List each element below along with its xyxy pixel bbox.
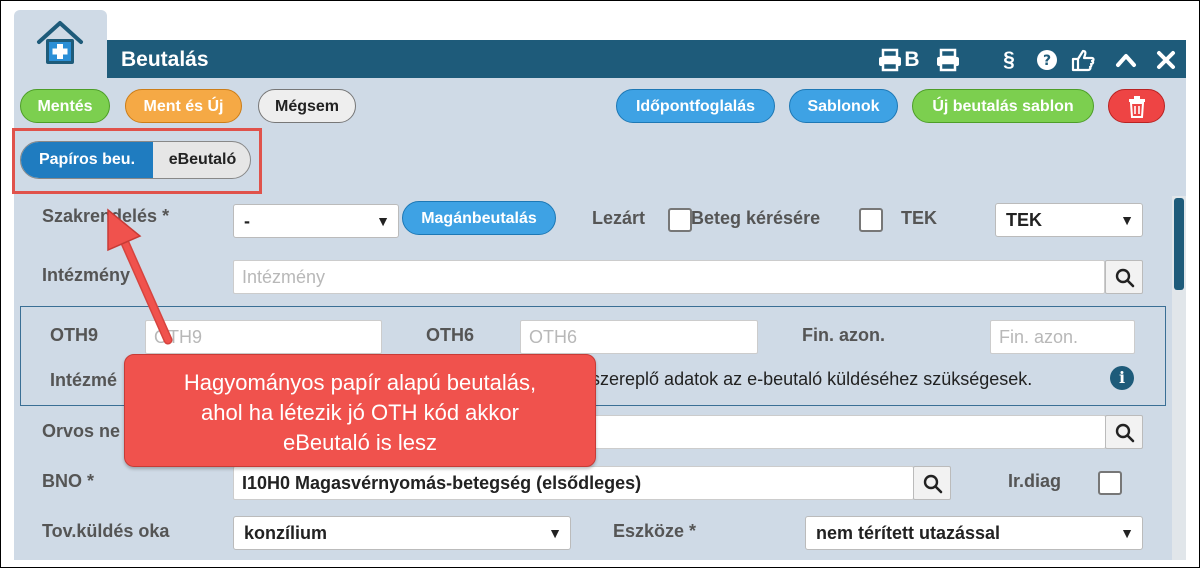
paper-referral-option[interactable]: Papíros beu. — [21, 142, 153, 178]
institution-label: Intézmény — [42, 265, 131, 285]
szakrendeles-select[interactable]: - ▼ — [233, 204, 399, 238]
trash-icon — [1128, 96, 1145, 118]
lezart-label: Lezárt — [592, 208, 646, 228]
private-referral-button[interactable]: Magánbeutalás — [402, 201, 556, 235]
help-icon[interactable]: ? — [1033, 47, 1061, 73]
chevron-down-icon: ▼ — [548, 525, 562, 541]
b-icon[interactable]: B — [898, 47, 926, 73]
patient-request-checkbox[interactable] — [859, 208, 883, 232]
oth9-input[interactable]: OTH9 — [145, 320, 382, 354]
chevron-down-icon: ▼ — [1120, 525, 1134, 541]
cancel-button[interactable]: Mégsem — [258, 89, 356, 123]
close-icon[interactable] — [1152, 47, 1180, 73]
fin-input[interactable]: Fin. azon. — [990, 320, 1135, 354]
home-icon[interactable] — [35, 18, 85, 68]
callout-line-2: ahol ha létezik jó OTH kód akkor — [201, 400, 519, 425]
forward-reason-value: konzílium — [244, 523, 328, 543]
delete-button[interactable] — [1108, 89, 1165, 123]
svg-text:?: ? — [1043, 53, 1051, 69]
lezart-checkbox[interactable] — [668, 208, 692, 232]
patient-request-label: Beteg kérésére — [691, 208, 821, 228]
thumb-icon[interactable] — [1069, 47, 1097, 73]
callout-line-1: Hagyományos papír alapú beutalás, — [183, 370, 537, 395]
search-icon — [1115, 423, 1135, 443]
fin-label: Fin. azon. — [802, 325, 885, 345]
szakrendeles-label: Szakrendelés * — [42, 206, 170, 226]
tek-label: TEK — [901, 208, 937, 228]
search-icon — [923, 474, 943, 494]
ereferral-option[interactable]: eBeutaló — [153, 142, 250, 178]
scrollbar-thumb[interactable] — [1174, 198, 1184, 290]
doctor-label: Orvos ne — [42, 421, 121, 441]
chevron-down-icon: ▼ — [1120, 212, 1134, 228]
annotation-callout: Hagyományos papír alapú beutalás, ahol h… — [124, 354, 596, 467]
appointment-button[interactable]: Időpontfoglalás — [616, 89, 775, 123]
save-button[interactable]: Mentés — [20, 89, 110, 123]
window-title: Beutalás — [121, 48, 209, 71]
institution-input[interactable]: Intézmény — [233, 260, 1105, 294]
new-template-button[interactable]: Új beutalás sablon — [912, 89, 1094, 123]
institution2-label: Intézmé — [50, 370, 118, 390]
ebeutalo-note: en szereplő adatok az e-beutaló küldéséh… — [566, 369, 1033, 389]
means-select[interactable]: nem térített utazással ▼ — [805, 516, 1143, 550]
institution-search-button[interactable] — [1105, 260, 1143, 294]
irdiag-label: Ir.diag — [1008, 471, 1062, 491]
bno-input[interactable]: I10H0 Magasvérnyomás-betegség (elsődlege… — [233, 466, 914, 500]
paragraph-icon[interactable]: § — [995, 47, 1023, 73]
collapse-icon[interactable] — [1112, 47, 1140, 73]
forward-reason-select[interactable]: konzílium ▼ — [233, 516, 571, 550]
save-and-new-button[interactable]: Ment és Új — [125, 89, 242, 123]
doctor-input[interactable] — [590, 415, 1106, 449]
forward-reason-label: Tov.küldés oka — [42, 521, 170, 541]
bno-search-button[interactable] — [913, 466, 951, 500]
templates-button[interactable]: Sablonok — [789, 89, 898, 123]
info-icon[interactable]: i — [1110, 366, 1134, 390]
print-icon[interactable] — [934, 47, 962, 73]
window-titlebar: Beutalás B § ? — [107, 40, 1186, 78]
oth9-label: OTH9 — [50, 325, 99, 345]
oth6-label: OTH6 — [426, 325, 475, 345]
oth6-input[interactable]: OTH6 — [520, 320, 758, 354]
irdiag-checkbox[interactable] — [1098, 471, 1122, 495]
bno-label: BNO * — [42, 471, 95, 491]
callout-line-3: eBeutaló is lesz — [282, 430, 438, 455]
chevron-down-icon: ▼ — [376, 213, 390, 229]
doctor-search-button[interactable] — [1105, 415, 1143, 449]
tek-select[interactable]: TEK ▼ — [995, 203, 1143, 237]
search-icon — [1115, 268, 1135, 288]
referral-type-toggle[interactable]: Papíros beu. eBeutaló — [20, 141, 251, 179]
means-value: nem térített utazással — [816, 523, 1001, 543]
tek-value: TEK — [1006, 210, 1042, 230]
szakrendeles-value: - — [244, 211, 250, 231]
means-label: Eszköze * — [613, 521, 697, 541]
